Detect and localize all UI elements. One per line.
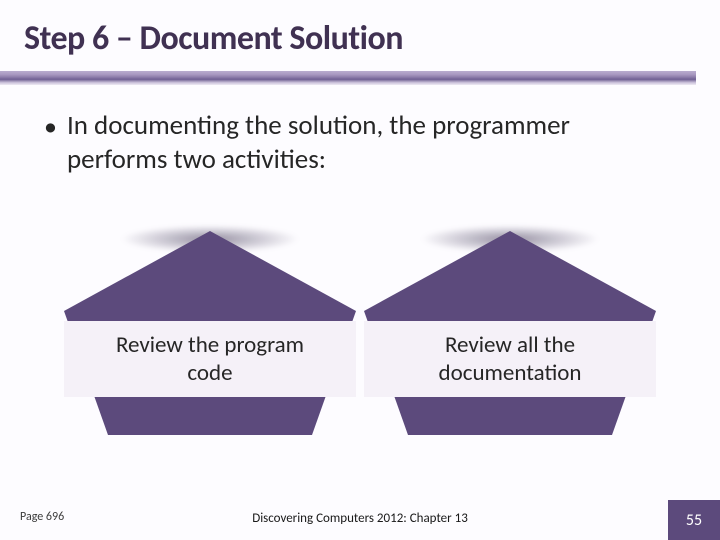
shape-label-band: Review all the documentation (364, 321, 656, 397)
bullet-item: • In documenting the solution, the progr… (44, 109, 676, 177)
page-reference: Page 696 (20, 510, 64, 524)
title-area: Step 6 – Document Solution (0, 0, 720, 65)
slide-footer: Page 696 Discovering Computers 2012: Cha… (0, 492, 720, 540)
title-underline (0, 71, 696, 85)
shape-label: Review the program code (64, 331, 356, 387)
slide-number-badge: 55 (668, 500, 720, 540)
pentagon-shape: Review all the documentation (364, 225, 656, 435)
pentagon-shape: Review the program code (64, 225, 356, 435)
shapes-row: Review the program code Review all the d… (44, 177, 676, 435)
shape-label-band: Review the program code (64, 321, 356, 397)
slide-title: Step 6 – Document Solution (24, 18, 696, 59)
body-area: • In documenting the solution, the progr… (0, 85, 720, 435)
slide-number: 55 (686, 511, 702, 530)
bullet-text: In documenting the solution, the program… (67, 109, 676, 177)
chapter-label: Discovering Computers 2012: Chapter 13 (252, 511, 468, 526)
bullet-marker-icon: • (44, 109, 57, 143)
shape-label: Review all the documentation (364, 331, 656, 387)
